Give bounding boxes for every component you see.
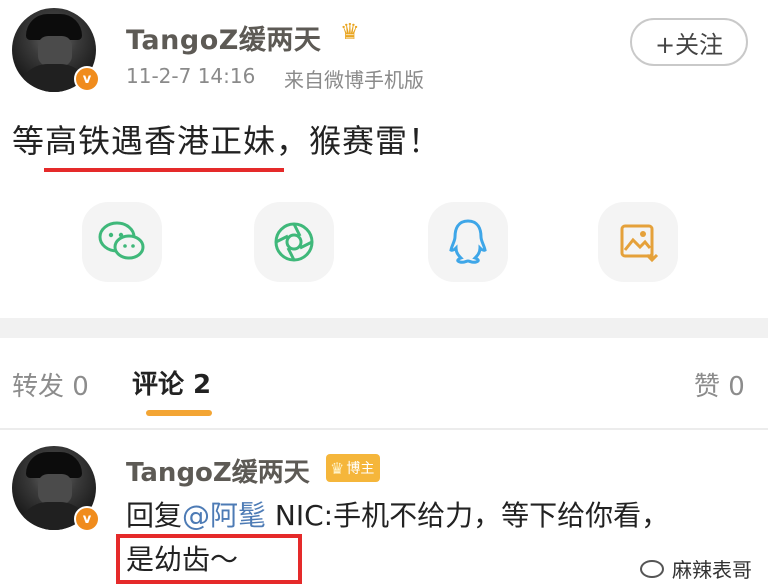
tab-repost[interactable]: 转发 0 <box>12 366 89 403</box>
moments-icon <box>274 222 314 262</box>
save-image-button[interactable] <box>598 202 678 282</box>
avatar-face <box>38 474 72 504</box>
post-timestamp: 11-2-7 14:16 <box>126 64 256 88</box>
share-wechat-button[interactable] <box>82 202 162 282</box>
avatar-face <box>38 36 72 66</box>
tab-divider <box>0 428 768 430</box>
crown-icon: ♛ <box>340 20 360 45</box>
owner-badge: ♛ 博主 <box>326 454 381 482</box>
share-qq-button[interactable] <box>428 202 508 282</box>
qq-icon <box>449 219 487 264</box>
follow-label: +关注 <box>654 30 724 59</box>
owner-badge-label: 博主 <box>346 461 375 477</box>
comment-username[interactable]: TangoZ缓两天 <box>126 452 310 489</box>
tab-comments[interactable]: 评论 2 <box>132 364 211 401</box>
section-separator <box>0 318 768 338</box>
reply-prefix: 回复 <box>126 499 183 532</box>
save-image-icon <box>620 224 659 263</box>
share-moments-button[interactable] <box>254 202 334 282</box>
post-source: 来自微博手机版 <box>284 68 424 92</box>
comment-line1-rest: NIC:手机不给力，等下给你看， <box>266 499 670 532</box>
annotation-underline <box>44 168 284 172</box>
verified-badge-icon: v <box>74 506 100 532</box>
mention-link[interactable]: @阿髦 <box>182 499 266 532</box>
post-username[interactable]: TangoZ缓两天 <box>126 18 321 57</box>
watermark-text: 麻辣表哥 <box>672 558 752 582</box>
badge-crown-icon: ♛ <box>330 458 345 478</box>
comment-text-line1: 回复@阿髦 NIC:手机不给力，等下给你看， <box>126 494 669 538</box>
tab-likes[interactable]: 赞 0 <box>694 366 745 403</box>
verified-badge-icon: v <box>74 66 100 92</box>
follow-button[interactable]: +关注 <box>630 18 748 66</box>
wechat-icon <box>98 221 145 260</box>
annotation-box <box>116 534 302 584</box>
wechat-watermark-icon <box>640 559 664 578</box>
watermark: 麻辣表哥 <box>640 554 752 583</box>
tab-active-indicator <box>146 410 212 416</box>
post-text: 等高铁遇香港正妹，猴赛雷！ <box>12 122 442 160</box>
